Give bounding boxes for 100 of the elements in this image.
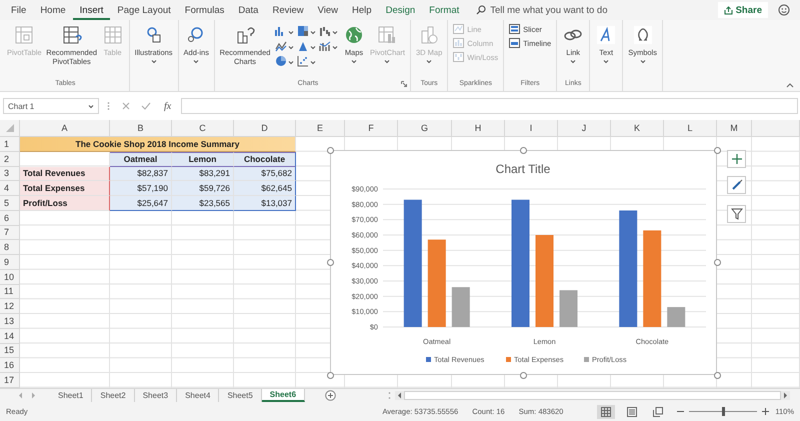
- row-header[interactable]: 16: [0, 358, 20, 373]
- ribbon-tab[interactable]: Review: [265, 0, 311, 20]
- table-cell: $83,291: [172, 166, 234, 182]
- column-header[interactable]: H: [452, 120, 505, 137]
- ribbon-tab[interactable]: Data: [231, 0, 266, 20]
- triangle-icon: [6, 124, 14, 132]
- row-header[interactable]: 2: [0, 152, 20, 166]
- bar: [667, 307, 686, 327]
- row-header[interactable]: 15: [0, 344, 20, 358]
- row-header[interactable]: 6: [0, 210, 20, 226]
- bar: [452, 287, 470, 327]
- table-cell: $57,190: [110, 181, 172, 196]
- chart-style-button[interactable]: [727, 176, 746, 194]
- ribbon-tab[interactable]: Design: [378, 0, 422, 20]
- row-header[interactable]: 12: [0, 299, 20, 314]
- column-header[interactable]: M: [717, 120, 752, 137]
- column-sparkline-icon: [453, 38, 464, 48]
- row-header[interactable]: 4: [0, 181, 20, 196]
- caret-icon: [88, 104, 94, 109]
- sparkline-icon: [453, 24, 464, 34]
- table-cell: Oatmeal: [110, 152, 172, 166]
- column-header[interactable]: A: [20, 120, 110, 137]
- slider-thumb[interactable]: [722, 407, 725, 416]
- resize-handle[interactable]: [326, 372, 334, 378]
- table-question-icon: [60, 24, 83, 46]
- table-cell: $59,726: [172, 181, 234, 196]
- statistic-chart-icon[interactable]: [296, 40, 316, 52]
- table-cell: Profit/Loss: [20, 196, 110, 211]
- row-header[interactable]: 5: [0, 196, 20, 211]
- brush-icon: [730, 179, 742, 191]
- scatter-chart-icon[interactable]: [296, 55, 316, 67]
- sheet-tab[interactable]: Sheet6: [262, 389, 306, 402]
- pie-chart-icon[interactable]: [274, 55, 294, 67]
- table-cell: Total Revenues: [20, 166, 110, 182]
- insert-function-button[interactable]: fx: [158, 100, 178, 112]
- smiley-icon[interactable]: [778, 4, 790, 16]
- scroll-right-icon[interactable]: [783, 392, 788, 399]
- row-header[interactable]: 14: [0, 328, 20, 344]
- row-header[interactable]: 3: [0, 166, 20, 182]
- name-box[interactable]: Chart 1: [3, 98, 99, 114]
- hierarchy-chart-icon[interactable]: [296, 25, 316, 37]
- row-header[interactable]: 17: [0, 373, 20, 388]
- ribbon-tab[interactable]: Page Layout: [110, 0, 178, 20]
- table-cell: $62,645: [234, 181, 296, 196]
- resize-handle[interactable]: [714, 146, 720, 154]
- row-header[interactable]: 11: [0, 284, 20, 300]
- ribbon-tab[interactable]: View: [310, 0, 346, 20]
- filter-icon: [730, 208, 742, 220]
- waterfall-chart-icon[interactable]: [318, 25, 338, 37]
- column-header[interactable]: D: [234, 120, 296, 137]
- add-chart-element-button[interactable]: [727, 150, 746, 168]
- row-header[interactable]: 7: [0, 226, 20, 240]
- slicer-icon: [509, 24, 520, 34]
- column-header[interactable]: G: [398, 120, 452, 137]
- column-header[interactable]: I: [505, 120, 558, 137]
- column-header[interactable]: E: [296, 120, 345, 137]
- search-field[interactable]: Tell me what you want to do: [490, 4, 650, 16]
- row-header[interactable]: 9: [0, 255, 20, 270]
- column-header[interactable]: L: [664, 120, 717, 137]
- ribbon-tab[interactable]: File: [4, 0, 34, 20]
- column-header[interactable]: B: [110, 120, 172, 137]
- resize-handle[interactable]: [520, 146, 527, 154]
- normal-view-icon: [601, 406, 612, 416]
- table-icon: [102, 24, 124, 46]
- table-cell: $25,647: [110, 196, 172, 211]
- plus-icon: [730, 153, 742, 165]
- zoom-out-icon[interactable]: [677, 408, 684, 415]
- row-header[interactable]: 8: [0, 240, 20, 255]
- column-chart-icon[interactable]: [274, 25, 294, 37]
- row-header[interactable]: 10: [0, 270, 20, 284]
- collapse-icon[interactable]: [786, 82, 794, 88]
- zoom-in-icon[interactable]: [762, 408, 770, 415]
- column-header[interactable]: J: [558, 120, 611, 137]
- add-sheet-icon[interactable]: [325, 390, 336, 401]
- ribbon-tab[interactable]: Formulas: [178, 0, 232, 20]
- formula-input[interactable]: [181, 98, 798, 114]
- resize-handle[interactable]: [326, 146, 334, 154]
- column-header[interactable]: K: [611, 120, 664, 137]
- view-button[interactable]: [597, 404, 616, 418]
- table-cell: $13,037: [234, 196, 296, 211]
- search-icon[interactable]: [476, 5, 486, 15]
- symbol-icon: [632, 24, 654, 46]
- chart-title: Chart Title: [496, 162, 550, 176]
- row-header[interactable]: 13: [0, 314, 20, 329]
- column-header[interactable]: F: [345, 120, 398, 137]
- table-icon: [13, 24, 36, 46]
- share-icon: [724, 6, 733, 14]
- row-header[interactable]: 1: [0, 137, 20, 152]
- chart-filter-button[interactable]: [727, 205, 746, 223]
- table-cell: Lemon: [172, 152, 234, 166]
- column-header[interactable]: C: [172, 120, 234, 137]
- win-loss-icon: [453, 52, 464, 62]
- ribbon-tab[interactable]: Home: [33, 0, 73, 20]
- dialog-launcher-icon[interactable]: [401, 81, 407, 87]
- share-button[interactable]: Share: [718, 2, 768, 18]
- ribbon-tab[interactable]: Help: [345, 0, 379, 20]
- resize-handle[interactable]: [326, 259, 334, 266]
- line-chart-icon[interactable]: [274, 40, 294, 52]
- combo-chart-icon[interactable]: [318, 40, 338, 52]
- ribbon-tab[interactable]: Format: [422, 0, 466, 20]
